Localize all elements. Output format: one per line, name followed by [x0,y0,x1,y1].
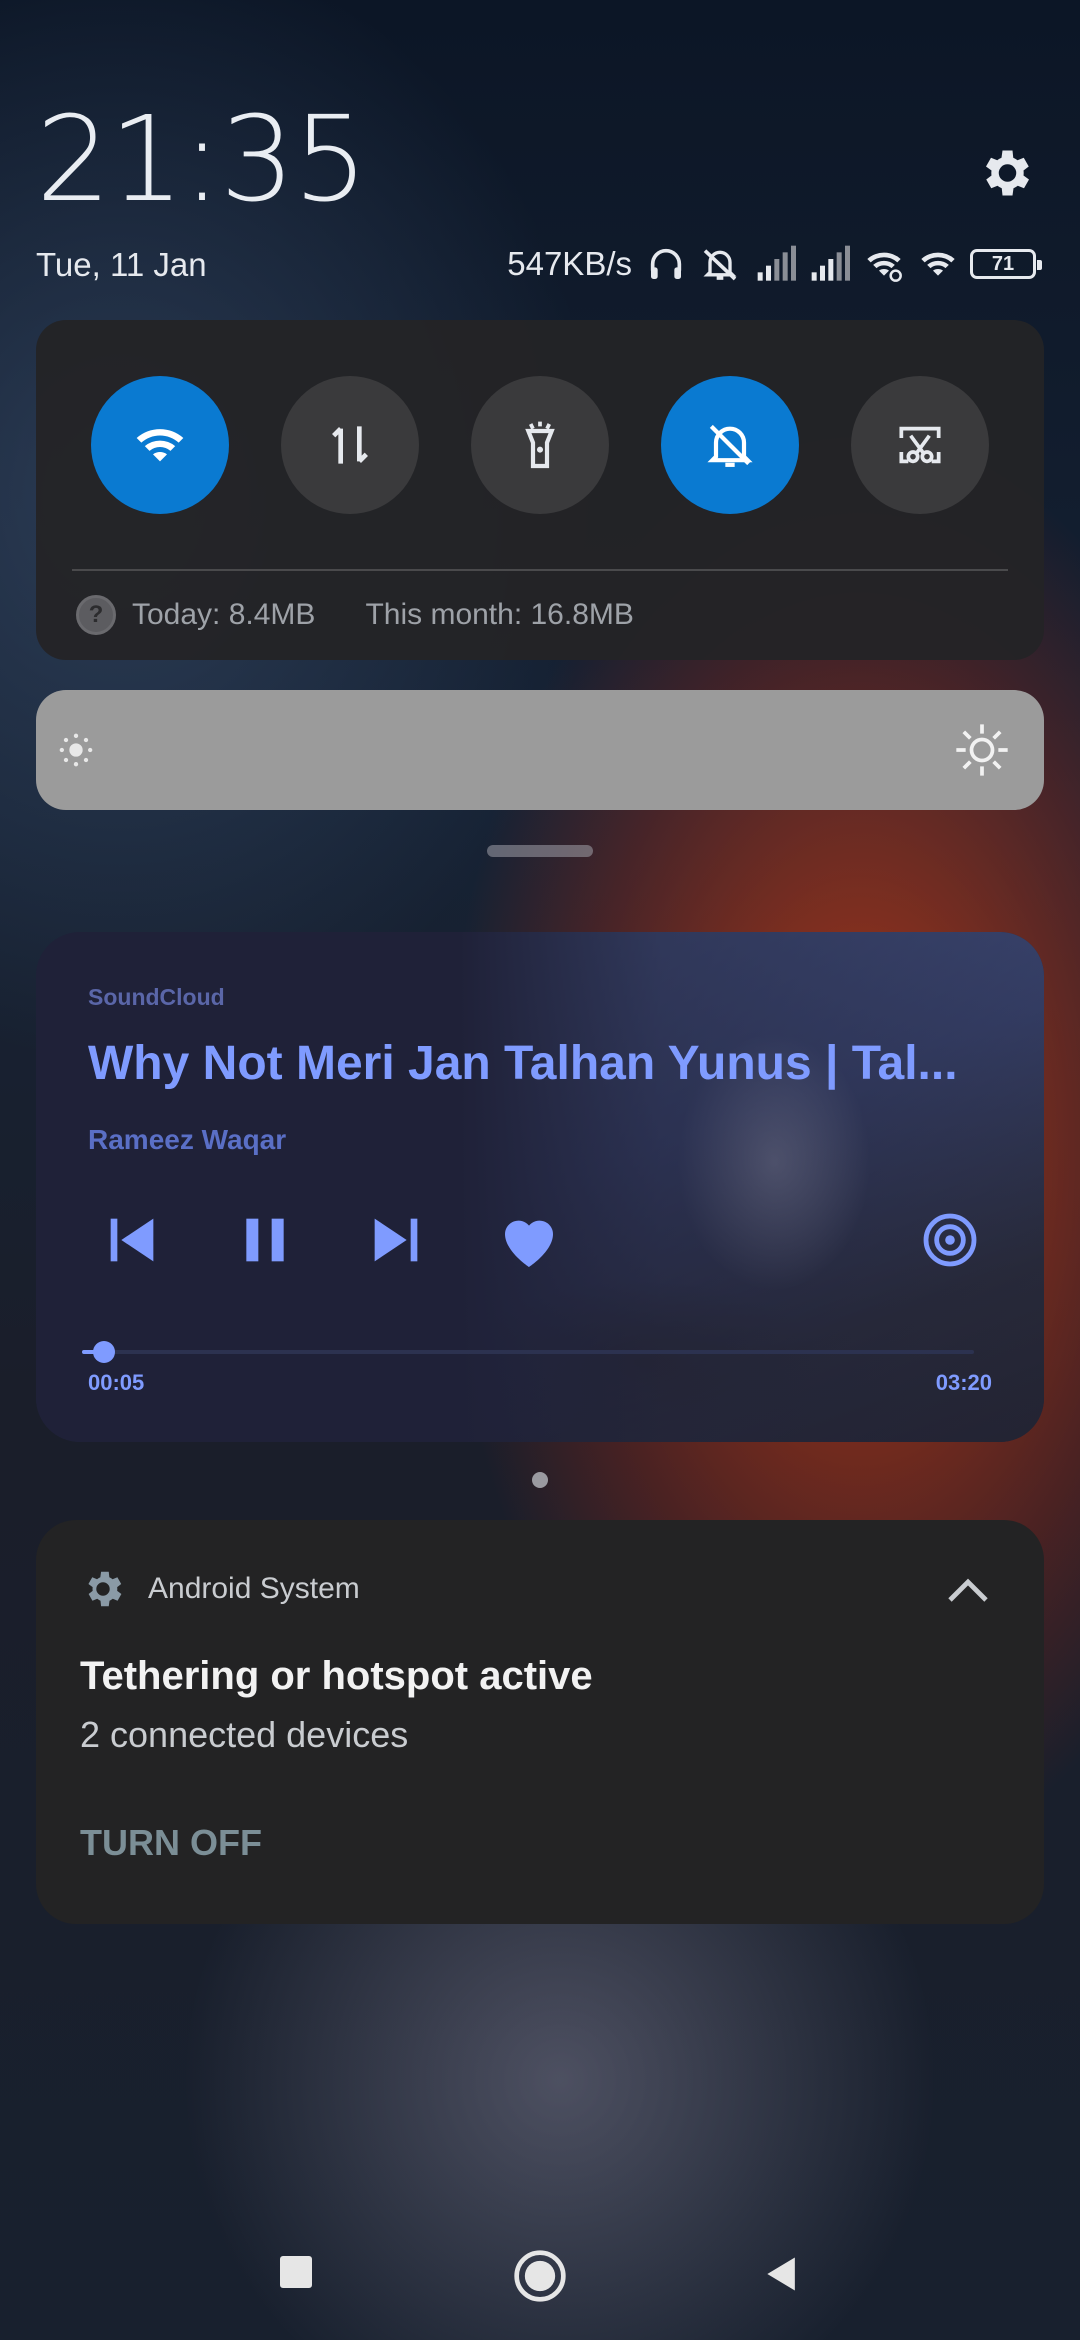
notification-app-name: Android System [148,1572,360,1605]
wifi-toggle[interactable] [91,376,229,514]
bell-muted-icon [707,424,753,467]
hotspot-wifi-icon [862,244,902,284]
screenshot-toggle[interactable] [851,376,989,514]
brightness-high-icon [956,724,1008,776]
bell-muted-icon [700,244,740,284]
collapse-chevron-up-icon[interactable] [944,1570,992,1610]
total-duration: 03:20 [935,1370,992,1395]
media-artist: Rameez Waqar [88,1124,287,1155]
mute-toggle[interactable] [661,376,799,514]
clock-time[interactable]: 21:35 [36,100,368,218]
settings-gear-icon[interactable] [975,143,1035,203]
network-speed: 547KB/s [507,245,632,282]
flashlight-icon [525,421,555,469]
wifi-icon [916,244,956,284]
previous-button[interactable] [92,1200,172,1280]
help-icon: ? [76,595,116,635]
skip-next-icon [374,1218,418,1262]
date-label[interactable]: Tue, 11 Jan [36,246,207,284]
like-button[interactable] [489,1200,569,1280]
screenshot-scissors-icon [899,426,941,464]
next-button[interactable] [356,1200,436,1280]
recents-button[interactable] [270,2246,322,2298]
divider [72,569,1008,571]
signal-icon-1 [754,244,796,284]
drag-handle[interactable] [487,845,593,857]
brightness-slider[interactable] [36,690,1044,810]
elapsed-time: 00:05 [88,1370,145,1395]
recents-square-icon [280,2256,312,2288]
back-triangle-icon [767,2257,795,2291]
brightness-low-icon [59,733,93,767]
gear-icon [88,1571,122,1607]
data-usage-row[interactable]: ? Today: 8.4MB This month: 16.8MB [76,595,634,635]
pause-icon [246,1218,284,1262]
skip-previous-icon [110,1218,154,1262]
turn-off-button[interactable]: TURN OFF [80,1822,262,1864]
pause-button[interactable] [225,1200,305,1280]
cast-audio-icon [923,1213,977,1267]
wifi-icon [136,429,184,462]
signal-icon-2 [808,244,850,284]
battery-icon: 71 [970,249,1042,279]
notification-card[interactable]: Android System Tethering or hotspot acti… [36,1520,1044,1924]
page-indicator-dot [532,1472,548,1488]
back-button[interactable] [754,2246,810,2302]
heart-icon [505,1220,553,1267]
status-bar: 547KB/s 71 [507,242,1042,286]
data-usage-month: This month: 16.8MB [365,598,634,631]
seek-bar[interactable] [82,1341,974,1363]
quick-settings-panel: ? Today: 8.4MB This month: 16.8MB [36,320,1044,660]
media-title: Why Not Meri Jan Talhan Yunus | Tal... [88,1037,958,1090]
flashlight-toggle[interactable] [471,376,609,514]
mobile-data-icon [332,426,368,464]
home-circle-icon [514,2250,566,2302]
home-button[interactable] [510,2246,570,2306]
data-usage-today: Today: 8.4MB [132,598,316,631]
notification-text: 2 connected devices [80,1714,409,1755]
notification-title: Tethering or hotspot active [80,1654,593,1698]
mobile-data-toggle[interactable] [281,376,419,514]
media-player-card[interactable]: SoundCloud Why Not Meri Jan Talhan Yunus… [36,932,1044,1442]
media-app-name: SoundCloud [88,984,225,1010]
output-device-button[interactable] [910,1200,990,1280]
headphones-icon [646,244,686,284]
